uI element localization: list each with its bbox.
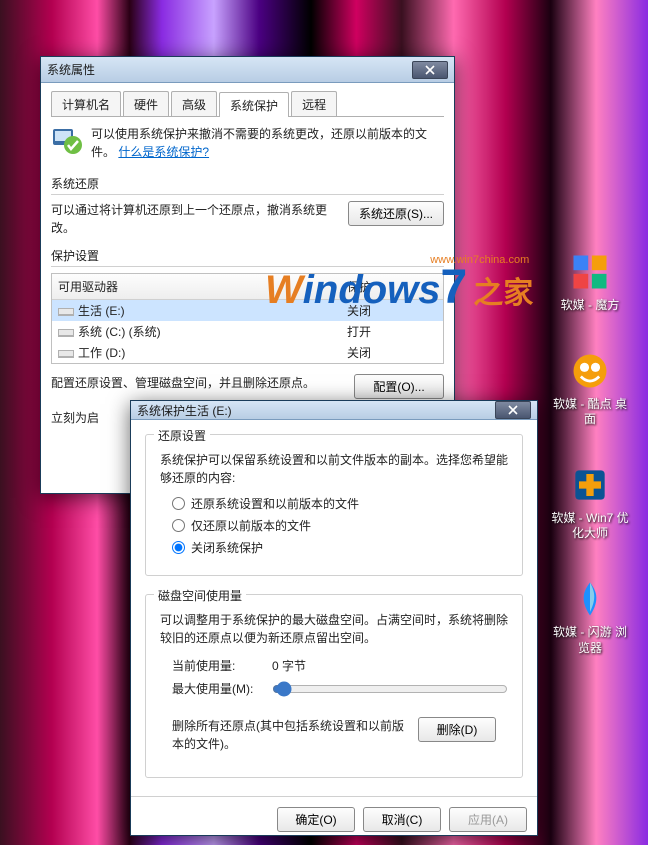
config-description: 配置还原设置、管理磁盘空间，并且删除还原点。: [51, 374, 344, 392]
close-icon: [425, 65, 435, 75]
window-title: 系统保护生活 (E:): [137, 402, 495, 419]
desktop-icon-label: 软媒 - 酷点 桌面: [550, 397, 630, 428]
group-description: 系统保护可以保留系统设置和以前文件版本的副本。选择您希望能够还原的内容:: [160, 451, 508, 487]
titlebar[interactable]: 系统属性: [41, 57, 454, 83]
ok-button[interactable]: 确定(O): [277, 807, 355, 832]
restore-settings-group: 还原设置 系统保护可以保留系统设置和以前文件版本的副本。选择您希望能够还原的内容…: [145, 434, 523, 576]
col-drive: 可用驱动器: [58, 278, 347, 295]
apply-button[interactable]: 应用(A): [449, 807, 527, 832]
what-is-link[interactable]: 什么是系统保护?: [118, 145, 209, 159]
dialog-buttons: 确定(O) 取消(C) 应用(A): [131, 796, 537, 842]
section-restore-header: 系统还原: [51, 175, 444, 195]
titlebar[interactable]: 系统保护生活 (E:): [131, 401, 537, 420]
radio-option-off[interactable]: 关闭系统保护: [172, 539, 508, 556]
tab-strip: 计算机名 硬件 高级 系统保护 远程: [51, 91, 444, 117]
window-title: 系统属性: [47, 61, 412, 78]
current-usage-label: 当前使用量:: [172, 657, 272, 674]
group-description: 可以调整用于系统保护的最大磁盘空间。占满空间时，系统将删除较旧的还原点以便为新还…: [160, 611, 508, 647]
desktop-icon-label: 软媒 - Win7 优化大师: [550, 511, 630, 542]
tab-advanced[interactable]: 高级: [171, 91, 217, 116]
dialog-body: 还原设置 系统保护可以保留系统设置和以前文件版本的副本。选择您希望能够还原的内容…: [131, 420, 537, 796]
disk-usage-group: 磁盘空间使用量 可以调整用于系统保护的最大磁盘空间。占满空间时，系统将删除较旧的…: [145, 594, 523, 778]
drive-row[interactable]: 工作 (D:) 关闭: [52, 342, 443, 363]
drive-icon: [58, 347, 74, 359]
close-icon: [508, 405, 518, 415]
tab-computer-name[interactable]: 计算机名: [51, 91, 121, 116]
desktop-icon-label: 软媒 - 闪游 浏览器: [550, 625, 630, 656]
shield-icon: [51, 125, 83, 157]
max-usage-slider[interactable]: [272, 681, 508, 697]
restore-description: 可以通过将计算机还原到上一个还原点，撤消系统更改。: [51, 201, 338, 237]
cancel-button[interactable]: 取消(C): [363, 807, 441, 832]
desktop-icon-label: 软媒 - 魔方: [561, 298, 620, 314]
desktop-icons: 软媒 - 魔方 软媒 - 酷点 桌面 软媒 - Win7 优化大师 软媒 - 闪…: [550, 250, 630, 656]
drive-icon: [58, 326, 74, 338]
delete-description: 删除所有还原点(其中包括系统设置和以前版本的文件)。: [172, 717, 406, 753]
tab-remote[interactable]: 远程: [291, 91, 337, 116]
tab-system-protection[interactable]: 系统保护: [219, 92, 289, 117]
configure-button[interactable]: 配置(O)...: [354, 374, 444, 399]
radio-option-full[interactable]: 还原系统设置和以前版本的文件: [172, 495, 508, 512]
max-usage-label: 最大使用量(M):: [172, 680, 272, 697]
current-usage-value: 0 字节: [272, 657, 306, 674]
configure-protection-dialog: 系统保护生活 (E:) 还原设置 系统保护可以保留系统设置和以前文件版本的副本。…: [130, 400, 538, 836]
drive-icon: [58, 305, 74, 317]
info-text: 可以使用系统保护来撤消不需要的系统更改，还原以前版本的文件。 什么是系统保护?: [91, 125, 444, 161]
group-legend: 还原设置: [154, 427, 210, 444]
desktop-icon-win7opt[interactable]: 软媒 - Win7 优化大师: [550, 463, 630, 542]
drive-row[interactable]: 生活 (E:) 关闭: [52, 300, 443, 321]
radio-option-files-only[interactable]: 仅还原以前版本的文件: [172, 517, 508, 534]
drive-list-header: 可用驱动器 保护: [52, 274, 443, 300]
desktop-icon-mofang[interactable]: 软媒 - 魔方: [550, 250, 630, 314]
drive-list[interactable]: 可用驱动器 保护 生活 (E:) 关闭 系统 (C:) (系统) 打开 工作 (…: [51, 273, 444, 364]
delete-button[interactable]: 删除(D): [418, 717, 496, 742]
desktop-icon-kudian[interactable]: 软媒 - 酷点 桌面: [550, 349, 630, 428]
desktop-icon-shanyou[interactable]: 软媒 - 闪游 浏览器: [550, 577, 630, 656]
section-protect-header: 保护设置: [51, 247, 444, 267]
system-restore-button[interactable]: 系统还原(S)...: [348, 201, 444, 226]
col-status: 保护: [347, 278, 437, 295]
group-legend: 磁盘空间使用量: [154, 587, 246, 604]
info-row: 可以使用系统保护来撤消不需要的系统更改，还原以前版本的文件。 什么是系统保护?: [51, 125, 444, 161]
close-button[interactable]: [412, 61, 448, 79]
close-button[interactable]: [495, 401, 531, 419]
drive-row[interactable]: 系统 (C:) (系统) 打开: [52, 321, 443, 342]
tab-hardware[interactable]: 硬件: [123, 91, 169, 116]
